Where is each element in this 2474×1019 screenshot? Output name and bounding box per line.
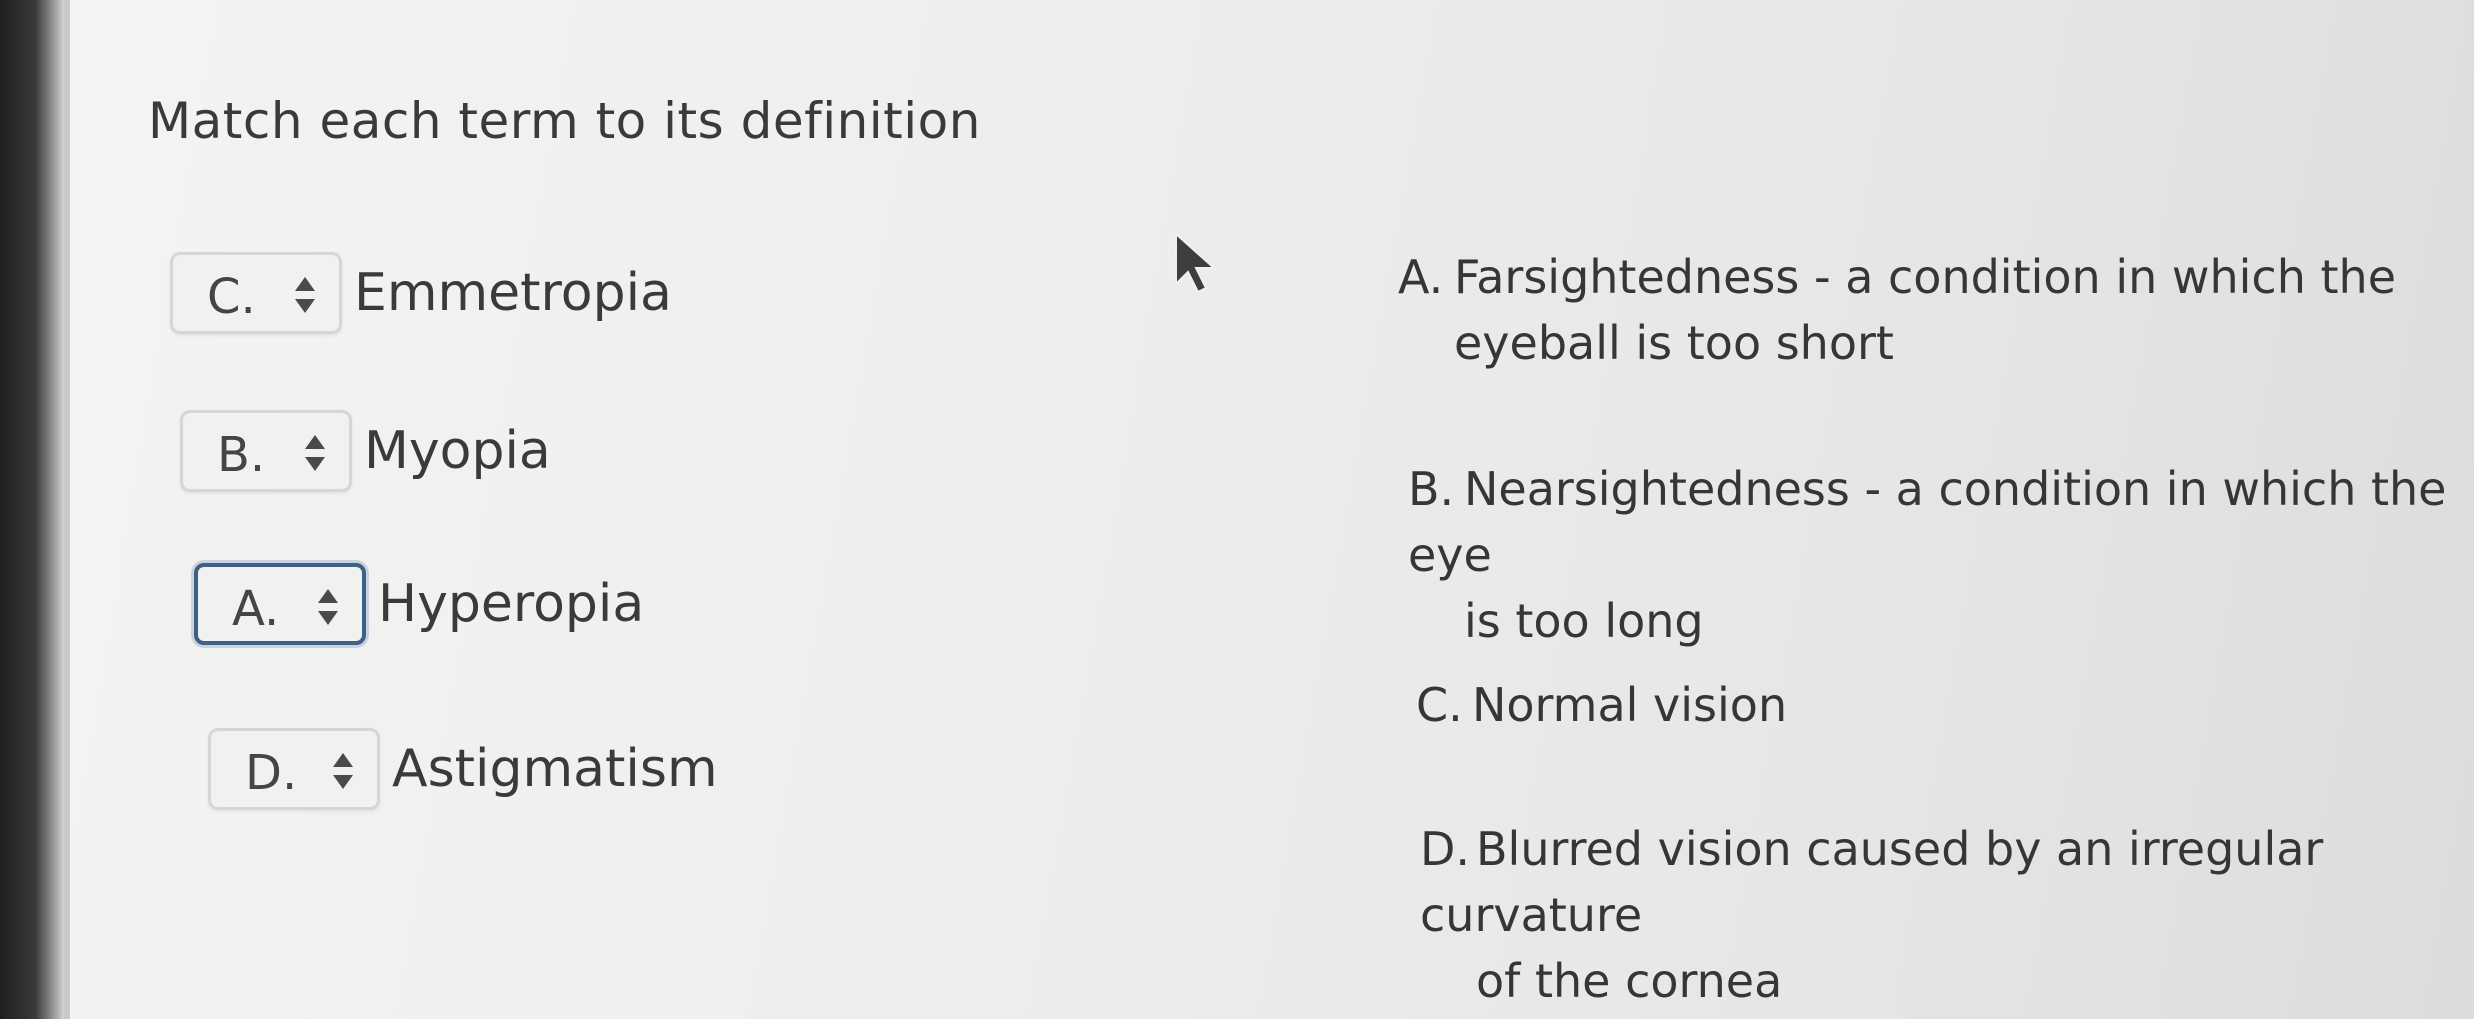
select-value: D. <box>245 745 298 801</box>
definition-letter: A. <box>1398 250 1444 304</box>
term-row-myopia: B. Myopia <box>180 410 551 492</box>
answer-select-emmetropia[interactable]: C. <box>170 252 342 334</box>
term-label: Hyperopia <box>378 574 645 634</box>
definition-text-line1: Normal vision <box>1472 678 1788 732</box>
term-row-emmetropia: C. Emmetropia <box>170 252 672 334</box>
definition-c: C. Normal vision <box>1416 672 1787 738</box>
definition-text-line2: is too long <box>1464 594 1704 648</box>
definition-a: A. Farsightedness - a condition in which … <box>1398 244 2396 376</box>
answer-select-hyperopia[interactable]: A. <box>194 563 366 645</box>
definition-letter: B. <box>1408 462 1455 516</box>
up-down-chevron-icon <box>333 753 353 789</box>
definition-text-line1: Farsightedness - a condition in which th… <box>1454 250 2396 304</box>
definition-text-line1: Nearsightedness - a condition in which t… <box>1408 462 2447 582</box>
term-label: Myopia <box>364 421 551 481</box>
definition-d: D. Blurred vision caused by an irregular … <box>1420 816 2474 1014</box>
definition-text-line2: eyeball is too short <box>1454 316 1894 370</box>
content-left-border <box>64 0 70 1019</box>
mouse-pointer-icon <box>1175 232 1217 294</box>
up-down-chevron-icon <box>295 277 315 313</box>
answer-select-myopia[interactable]: B. <box>180 410 352 492</box>
term-label: Astigmatism <box>392 739 718 799</box>
term-row-hyperopia: A. Hyperopia <box>194 563 644 645</box>
definition-text-line2: of the cornea <box>1476 954 1783 1008</box>
definition-letter: C. <box>1416 678 1463 732</box>
definition-letter: D. <box>1420 822 1471 876</box>
term-row-astigmatism: D. Astigmatism <box>208 728 718 810</box>
answer-select-astigmatism[interactable]: D. <box>208 728 380 810</box>
select-value: A. <box>232 581 280 637</box>
term-label: Emmetropia <box>354 263 672 323</box>
definition-b: B. Nearsightedness - a condition in which… <box>1408 456 2474 654</box>
definition-text-line1: Blurred vision caused by an irregular cu… <box>1420 822 2324 942</box>
question-title: Match each term to its definition <box>148 92 981 150</box>
select-value: B. <box>217 427 266 483</box>
up-down-chevron-icon <box>318 589 338 625</box>
select-value: C. <box>207 269 256 325</box>
up-down-chevron-icon <box>305 435 325 471</box>
screen-bezel <box>0 0 64 1019</box>
